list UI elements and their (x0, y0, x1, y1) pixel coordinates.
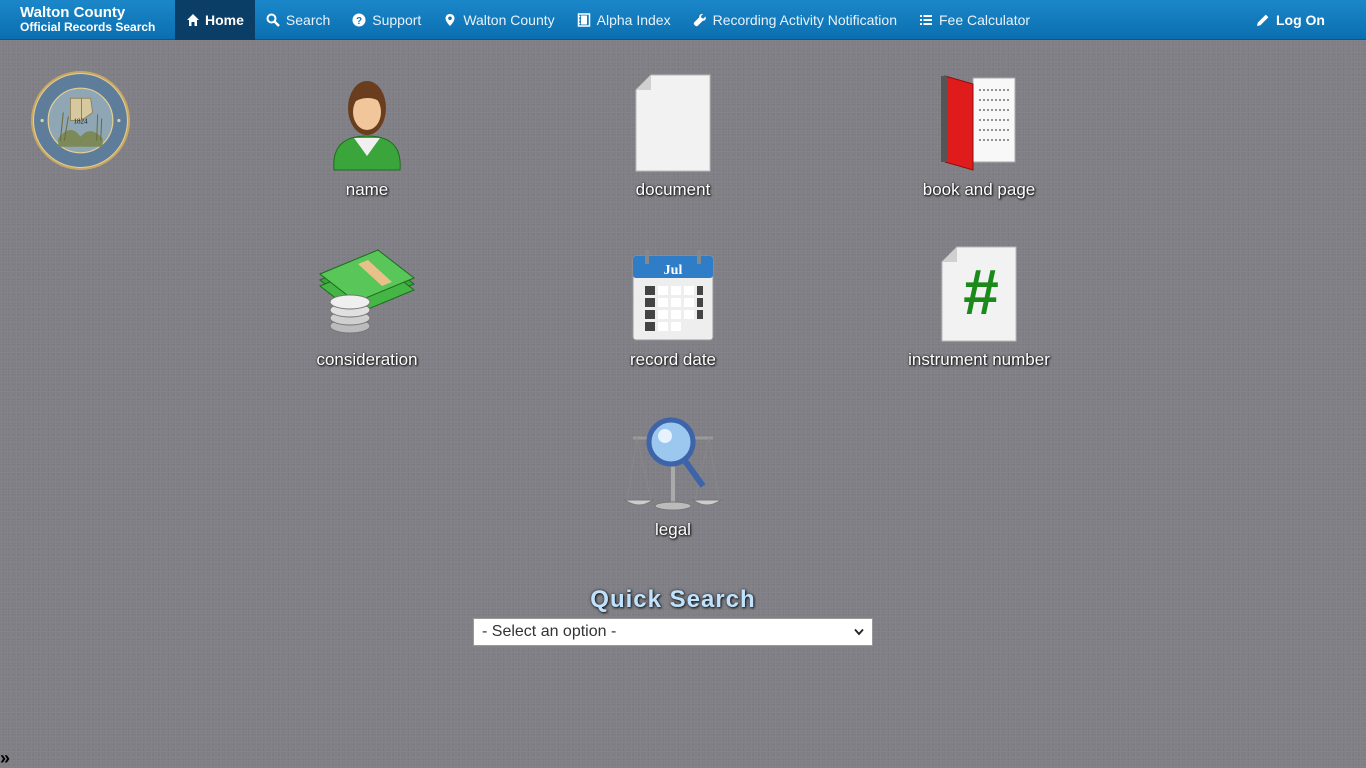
home-icon (186, 13, 200, 27)
nav-support-label: Support (372, 12, 422, 28)
pencil-icon (1256, 13, 1270, 27)
brand-subtitle: Official Records Search (20, 20, 156, 34)
tile-name-label: name (345, 180, 389, 199)
calendar-icon: Jul (573, 242, 773, 342)
quick-search-select[interactable]: - Select an option - (473, 618, 873, 646)
document-icon (573, 72, 773, 172)
tile-document-label: document (635, 180, 711, 199)
tile-instrument-number-label: instrument number (908, 350, 1050, 369)
map-marker-icon (443, 13, 457, 27)
sidebar-toggle[interactable]: » (0, 748, 10, 768)
tile-consideration-label: consideration (316, 350, 418, 369)
tile-record-date-label: record date (630, 350, 716, 369)
nav-search-label: Search (285, 12, 331, 28)
nav-recording-activity[interactable]: Recording Activity Notification (682, 0, 908, 40)
nav-alpha-index[interactable]: Alpha Index (566, 0, 682, 40)
svg-text:?: ? (356, 16, 362, 27)
county-seal-logo: 1824 (30, 70, 131, 171)
search-icon (266, 13, 280, 27)
tile-consideration-search[interactable]: consideration (267, 242, 467, 370)
quick-search-title: Quick Search (590, 586, 756, 613)
list-icon (919, 13, 933, 27)
brand-title: Walton County (20, 4, 126, 21)
film-icon (577, 13, 591, 27)
hash-document-icon: # (879, 242, 1079, 342)
money-coins-icon (267, 242, 467, 342)
wrench-icon (693, 13, 707, 27)
top-navbar: Walton County Official Records Search Ho… (0, 0, 1366, 40)
nav-home-label: Home (205, 12, 244, 28)
tile-legal-label: legal (655, 520, 691, 539)
brand[interactable]: Walton County Official Records Search (0, 0, 175, 39)
tile-record-date-search[interactable]: Jul record date (573, 242, 773, 370)
hash-symbol: # (963, 256, 999, 328)
nav-search[interactable]: Search (255, 0, 341, 40)
nav-fee-calculator-label: Fee Calculator (939, 12, 1031, 28)
nav-home[interactable]: Home (175, 0, 255, 40)
scales-magnifier-icon (573, 412, 773, 512)
tile-book-page-search[interactable]: book and page (879, 72, 1079, 200)
calendar-month: Jul (664, 263, 683, 278)
nav-walton-county-label: Walton County (463, 12, 555, 28)
chevron-down-icon (854, 623, 864, 641)
nav-recording-activity-label: Recording Activity Notification (712, 12, 897, 28)
tile-book-page-label: book and page (922, 180, 1036, 199)
quick-search: Quick Search - Select an option - (473, 586, 873, 646)
tile-instrument-number-search[interactable]: # instrument number (879, 242, 1079, 370)
question-circle-icon: ? (352, 13, 366, 27)
tile-name-search[interactable]: name (267, 72, 467, 200)
nav-fee-calculator[interactable]: Fee Calculator (908, 0, 1041, 40)
book-icon (879, 72, 1079, 172)
person-icon (267, 72, 467, 172)
nav-walton-county[interactable]: Walton County (432, 0, 565, 40)
log-on-label: Log On (1276, 12, 1325, 28)
nav-support[interactable]: ? Support (341, 0, 432, 40)
tile-document-search[interactable]: document (573, 72, 773, 200)
nav-alpha-index-label: Alpha Index (596, 12, 671, 28)
seal-year: 1824 (73, 118, 88, 126)
quick-search-selected: - Select an option - (482, 623, 617, 640)
log-on-link[interactable]: Log On (1245, 0, 1336, 40)
tile-legal-search[interactable]: legal (573, 412, 773, 540)
